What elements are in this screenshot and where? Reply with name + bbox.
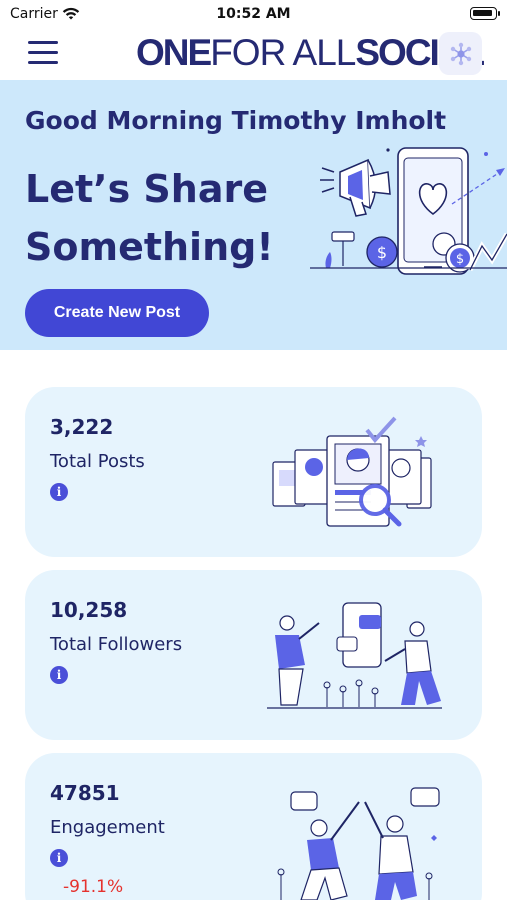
engagement-label: Engagement [50, 817, 165, 838]
profiles-search-illustration [272, 416, 432, 527]
logo-part-for-all: FOR ALL [210, 32, 356, 73]
info-icon[interactable]: i [50, 666, 68, 684]
megaphone-phone-illustration: $ $ [310, 147, 507, 275]
hero-title: Let’s Share Something! [25, 167, 274, 269]
clock: 10:52 AM [216, 6, 291, 22]
status-bar: Carrier 10:52 AM [0, 0, 507, 28]
stat-card-total-followers[interactable]: 10,258 Total Followers i [25, 570, 482, 740]
total-followers-value: 10,258 [50, 598, 128, 622]
svg-text:$: $ [377, 243, 387, 262]
battery-icon [470, 7, 500, 20]
greeting-text: Good Morning Timothy Imholt [25, 106, 447, 135]
engagement-change: -91.1% [63, 877, 124, 897]
network-share-icon[interactable] [439, 32, 482, 75]
hamburger-icon[interactable] [28, 41, 58, 64]
people-waving-illustration [267, 602, 442, 709]
logo-part-one: ONE [136, 32, 212, 73]
total-posts-label: Total Posts [50, 451, 145, 472]
hero-banner: Good Morning Timothy Imholt Let’s Share … [0, 80, 507, 350]
app-header: ONEFOR ALLSOCIAL [0, 28, 507, 80]
stat-card-engagement[interactable]: 47851 Engagement i -91.1% [25, 753, 482, 900]
info-icon[interactable]: i [50, 483, 68, 501]
create-new-post-button[interactable]: Create New Post [25, 289, 209, 337]
app-logo: ONEFOR ALLSOCIAL [136, 32, 485, 73]
stat-card-total-posts[interactable]: 3,222 Total Posts i [25, 387, 482, 557]
engagement-value: 47851 [50, 781, 120, 805]
svg-text:$: $ [456, 252, 464, 267]
total-posts-value: 3,222 [50, 415, 114, 439]
info-icon[interactable]: i [50, 849, 68, 867]
high-five-illustration [277, 787, 440, 900]
total-followers-label: Total Followers [50, 634, 183, 655]
